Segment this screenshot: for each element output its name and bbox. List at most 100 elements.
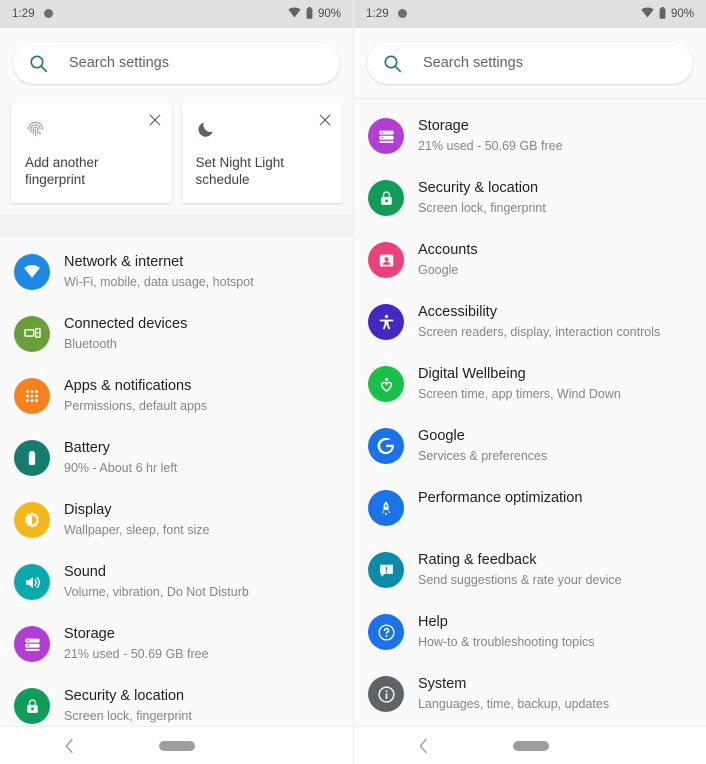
settings-row-title: Help (418, 614, 448, 630)
settings-row-subtitle: Screen lock, fingerprint (64, 709, 192, 724)
suggestion-card-fingerprint[interactable]: Add another fingerprint (11, 103, 172, 203)
status-bar-time: 1:29 (366, 8, 389, 20)
settings-row-subtitle: Wallpaper, sleep, font size (64, 523, 210, 538)
battery-icon (306, 6, 313, 22)
settings-row-subtitle: Screen readers, display, interaction con… (418, 325, 661, 340)
settings-row-google[interactable]: Google Services & preferences (354, 417, 706, 479)
settings-row-system[interactable]: System Languages, time, backup, updates (354, 665, 706, 727)
lock-icon (368, 180, 404, 216)
apps-grid-icon (14, 378, 50, 414)
settings-row-subtitle: Screen time, app timers, Wind Down (418, 387, 621, 402)
settings-row-display[interactable]: Display Wallpaper, sleep, font size (0, 491, 353, 553)
chevron-left-icon[interactable] (64, 738, 75, 754)
settings-row-title: Sound (64, 564, 106, 580)
settings-row-title: Digital Wellbeing (418, 366, 526, 382)
settings-row-title: Rating & feedback (418, 552, 537, 568)
lock-icon (14, 688, 50, 724)
settings-row-network[interactable]: Network & internet Wi-Fi, mobile, data u… (0, 243, 353, 305)
left-settings-pane: 1:29 90% Search settings Add another fin… (0, 0, 353, 764)
settings-row-subtitle: Wi-Fi, mobile, data usage, hotspot (64, 275, 254, 290)
settings-row-subtitle: 90% - About 6 hr left (64, 461, 178, 476)
settings-row-digital-wellbeing[interactable]: Digital Wellbeing Screen time, app timer… (354, 355, 706, 417)
connected-devices-icon (14, 316, 50, 352)
battery-percent: 90% (317, 8, 341, 20)
settings-row-title: Storage (418, 118, 469, 134)
account-icon (368, 242, 404, 278)
settings-row-subtitle: Screen lock, fingerprint (418, 201, 546, 216)
search-bar[interactable]: Search settings (13, 42, 340, 84)
volume-icon (14, 564, 50, 600)
settings-row-title: Apps & notifications (64, 378, 192, 394)
right-settings-list: Storage 21% used - 50.69 GB free Securit… (354, 99, 706, 727)
battery-percent: 90% (670, 8, 694, 20)
search-icon (29, 54, 48, 73)
search-container: Search settings (0, 28, 353, 99)
settings-row-storage[interactable]: Storage 21% used - 50.69 GB free (354, 107, 706, 169)
settings-row-subtitle: Bluetooth (64, 337, 117, 352)
settings-row-subtitle: How-to & troubleshooting topics (418, 635, 595, 650)
status-bar-time: 1:29 (12, 8, 35, 20)
wifi-icon (288, 7, 301, 21)
brightness-icon (14, 502, 50, 538)
navigation-bar (354, 726, 706, 764)
navigation-bar (0, 726, 353, 764)
close-icon[interactable] (146, 111, 164, 129)
settings-row-title: Display (64, 502, 112, 518)
dot-icon (397, 8, 407, 18)
home-pill-indicator[interactable] (159, 740, 195, 751)
settings-row-subtitle: Services & preferences (418, 449, 548, 464)
home-pill-indicator[interactable] (513, 740, 549, 751)
feedback-chat-icon (368, 552, 404, 588)
settings-row-title: Accounts (418, 242, 478, 258)
settings-row-title: Network & internet (64, 254, 184, 270)
wifi-network-icon (14, 254, 50, 290)
settings-row-title: System (418, 676, 467, 692)
fingerprint-icon (25, 116, 160, 142)
settings-row-title: Storage (64, 626, 115, 642)
settings-row-rating-feedback[interactable]: Rating & feedback Send suggestions & rat… (354, 541, 706, 603)
right-settings-pane: 1:29 90% Search settings Storage 21% use… (353, 0, 706, 764)
settings-row-connected-devices[interactable]: Connected devices Bluetooth (0, 305, 353, 367)
chevron-left-icon[interactable] (418, 738, 429, 754)
help-question-icon (368, 614, 404, 650)
suggestion-card-title: Add another fingerprint (25, 155, 99, 188)
search-bar[interactable]: Search settings (367, 42, 693, 84)
settings-row-subtitle: 21% used - 50.69 GB free (64, 647, 209, 662)
storage-icon (14, 626, 50, 662)
settings-row-title: Security & location (64, 688, 185, 704)
search-placeholder: Search settings (423, 55, 523, 71)
rocket-icon (368, 490, 404, 526)
settings-row-battery[interactable]: Battery 90% - About 6 hr left (0, 429, 353, 491)
settings-row-title: Security & location (418, 180, 539, 196)
left-settings-list: Network & internet Wi-Fi, mobile, data u… (0, 237, 353, 739)
search-container: Search settings (354, 28, 706, 99)
settings-row-performance[interactable]: Performance optimization (354, 479, 706, 541)
google-g-icon (368, 428, 404, 464)
settings-row-subtitle: Languages, time, backup, updates (418, 697, 610, 712)
status-bar: 1:29 90% (354, 0, 706, 28)
status-bar-indicators: 90% (288, 6, 341, 22)
settings-row-title: Battery (64, 440, 110, 456)
battery-icon (659, 6, 666, 22)
search-placeholder: Search settings (69, 55, 169, 71)
info-icon (368, 676, 404, 712)
suggestion-card-title: Set Night Light schedule (195, 155, 285, 188)
settings-row-security[interactable]: Security & location Screen lock, fingerp… (354, 169, 706, 231)
settings-row-accessibility[interactable]: Accessibility Screen readers, display, i… (354, 293, 706, 355)
close-icon[interactable] (316, 111, 334, 129)
wellbeing-heart-icon (368, 366, 404, 402)
storage-icon (368, 118, 404, 154)
settings-row-apps[interactable]: Apps & notifications Permissions, defaul… (0, 367, 353, 429)
settings-row-title: Accessibility (418, 304, 497, 320)
status-bar-indicators: 90% (641, 6, 694, 22)
settings-row-subtitle: Volume, vibration, Do Not Disturb (64, 585, 249, 600)
settings-row-subtitle: 21% used - 50.69 GB free (418, 139, 563, 154)
settings-row-title: Performance optimization (418, 490, 583, 506)
search-icon (383, 54, 402, 73)
accessibility-icon (368, 304, 404, 340)
settings-row-storage[interactable]: Storage 21% used - 50.69 GB free (0, 615, 353, 677)
settings-row-help[interactable]: Help How-to & troubleshooting topics (354, 603, 706, 665)
settings-row-accounts[interactable]: Accounts Google (354, 231, 706, 293)
suggestion-card-night-light[interactable]: Set Night Light schedule (181, 103, 342, 203)
settings-row-sound[interactable]: Sound Volume, vibration, Do Not Disturb (0, 553, 353, 615)
